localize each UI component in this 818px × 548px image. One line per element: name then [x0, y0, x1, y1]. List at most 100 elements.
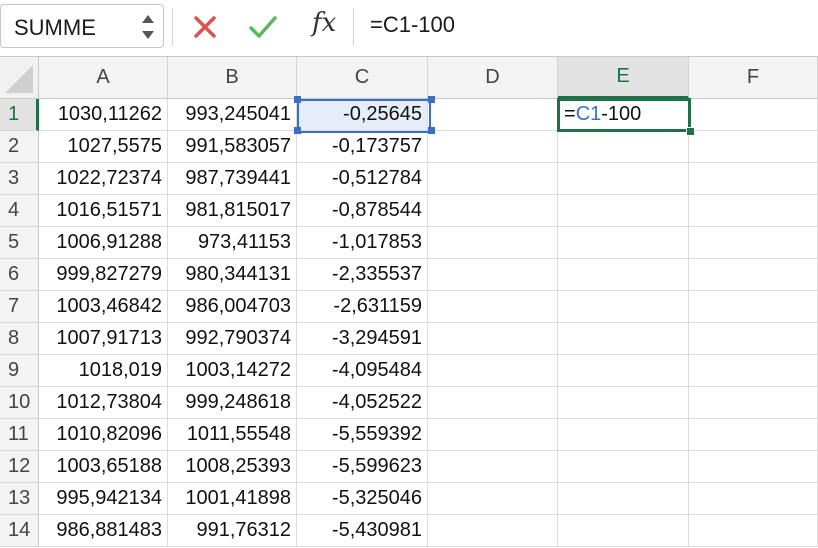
confirm-check-icon[interactable] — [246, 10, 280, 44]
cell-c9[interactable]: -4,095484 — [297, 355, 428, 387]
cell-f13[interactable] — [689, 483, 818, 515]
row-header[interactable]: 11 — [0, 419, 39, 451]
select-all-corner[interactable] — [0, 57, 39, 99]
active-cell-editor[interactable]: =C1-100 — [557, 98, 691, 132]
cell-e11[interactable] — [558, 419, 689, 451]
row-header[interactable]: 13 — [0, 483, 39, 515]
cell-a8[interactable]: 1007,91713 — [39, 323, 168, 355]
cell-b7[interactable]: 986,004703 — [168, 291, 297, 323]
stepper-arrows-icon[interactable] — [139, 11, 157, 43]
row-header[interactable]: 14 — [0, 515, 39, 547]
cell-c14[interactable]: -5,430981 — [297, 515, 428, 547]
cell-f9[interactable] — [689, 355, 818, 387]
cell-b2[interactable]: 991,583057 — [168, 131, 297, 163]
cell-f6[interactable] — [689, 259, 818, 291]
cell-a7[interactable]: 1003,46842 — [39, 291, 168, 323]
cell-c7[interactable]: -2,631159 — [297, 291, 428, 323]
cell-e14[interactable] — [558, 515, 689, 547]
cancel-x-icon[interactable] — [190, 10, 220, 44]
cell-f8[interactable] — [689, 323, 818, 355]
cell-c12[interactable]: -5,599623 — [297, 451, 428, 483]
cell-b3[interactable]: 987,739441 — [168, 163, 297, 195]
cell-d6[interactable] — [428, 259, 558, 291]
cell-c6[interactable]: -2,335537 — [297, 259, 428, 291]
column-header-d[interactable]: D — [428, 57, 558, 99]
cell-c10[interactable]: -4,052522 — [297, 387, 428, 419]
cell-b8[interactable]: 992,790374 — [168, 323, 297, 355]
column-header-b[interactable]: B — [168, 57, 297, 99]
cell-f5[interactable] — [689, 227, 818, 259]
cell-a12[interactable]: 1003,65188 — [39, 451, 168, 483]
cell-e3[interactable] — [558, 163, 689, 195]
cell-a14[interactable]: 986,881483 — [39, 515, 168, 547]
cell-c13[interactable]: -5,325046 — [297, 483, 428, 515]
cell-f10[interactable] — [689, 387, 818, 419]
cell-b12[interactable]: 1008,25393 — [168, 451, 297, 483]
cell-a11[interactable]: 1010,82096 — [39, 419, 168, 451]
cell-a2[interactable]: 1027,5575 — [39, 131, 168, 163]
reference-resize-handle[interactable] — [294, 96, 301, 103]
cell-a10[interactable]: 1012,73804 — [39, 387, 168, 419]
cell-b11[interactable]: 1011,55548 — [168, 419, 297, 451]
cell-d14[interactable] — [428, 515, 558, 547]
cell-d1[interactable] — [428, 99, 558, 131]
row-header[interactable]: 4 — [0, 195, 39, 227]
cell-b9[interactable]: 1003,14272 — [168, 355, 297, 387]
cell-a4[interactable]: 1016,51571 — [39, 195, 168, 227]
row-header[interactable]: 7 — [0, 291, 39, 323]
cell-d13[interactable] — [428, 483, 558, 515]
reference-resize-handle[interactable] — [428, 96, 435, 103]
cell-f7[interactable] — [689, 291, 818, 323]
cell-e8[interactable] — [558, 323, 689, 355]
cell-e4[interactable] — [558, 195, 689, 227]
formula-input[interactable]: =C1-100 — [370, 12, 455, 38]
cell-a9[interactable]: 1018,019 — [39, 355, 168, 387]
cell-b13[interactable]: 1001,41898 — [168, 483, 297, 515]
cell-f4[interactable] — [689, 195, 818, 227]
cell-e2[interactable] — [558, 131, 689, 163]
cell-d9[interactable] — [428, 355, 558, 387]
cell-d4[interactable] — [428, 195, 558, 227]
row-header[interactable]: 9 — [0, 355, 39, 387]
column-header-f[interactable]: F — [689, 57, 818, 99]
cell-b1[interactable]: 993,245041 — [168, 99, 297, 131]
fill-handle[interactable] — [686, 127, 695, 136]
cell-a6[interactable]: 999,827279 — [39, 259, 168, 291]
cell-e13[interactable] — [558, 483, 689, 515]
cell-e6[interactable] — [558, 259, 689, 291]
column-header-a[interactable]: A — [39, 57, 168, 99]
cell-b14[interactable]: 991,76312 — [168, 515, 297, 547]
row-header[interactable]: 5 — [0, 227, 39, 259]
cell-d3[interactable] — [428, 163, 558, 195]
cell-f14[interactable] — [689, 515, 818, 547]
cell-d12[interactable] — [428, 451, 558, 483]
cell-a13[interactable]: 995,942134 — [39, 483, 168, 515]
cell-b10[interactable]: 999,248618 — [168, 387, 297, 419]
cell-e7[interactable] — [558, 291, 689, 323]
row-header[interactable]: 2 — [0, 131, 39, 163]
cell-d7[interactable] — [428, 291, 558, 323]
cell-f2[interactable] — [689, 131, 818, 163]
cell-c11[interactable]: -5,559392 — [297, 419, 428, 451]
cell-e9[interactable] — [558, 355, 689, 387]
cell-f12[interactable] — [689, 451, 818, 483]
row-header[interactable]: 12 — [0, 451, 39, 483]
row-header[interactable]: 3 — [0, 163, 39, 195]
cell-b4[interactable]: 981,815017 — [168, 195, 297, 227]
name-box[interactable]: SUMME — [0, 4, 164, 48]
row-header[interactable]: 8 — [0, 323, 39, 355]
insert-function-button[interactable]: fx — [312, 8, 336, 38]
cell-e12[interactable] — [558, 451, 689, 483]
cell-d2[interactable] — [428, 131, 558, 163]
cell-c4[interactable]: -0,878544 — [297, 195, 428, 227]
cell-d10[interactable] — [428, 387, 558, 419]
cell-f3[interactable] — [689, 163, 818, 195]
cell-d5[interactable] — [428, 227, 558, 259]
row-header[interactable]: 10 — [0, 387, 39, 419]
cell-f1[interactable] — [689, 99, 818, 131]
cell-c3[interactable]: -0,512784 — [297, 163, 428, 195]
cell-d11[interactable] — [428, 419, 558, 451]
cell-a3[interactable]: 1022,72374 — [39, 163, 168, 195]
column-header-c[interactable]: C — [297, 57, 428, 99]
cell-b5[interactable]: 973,41153 — [168, 227, 297, 259]
